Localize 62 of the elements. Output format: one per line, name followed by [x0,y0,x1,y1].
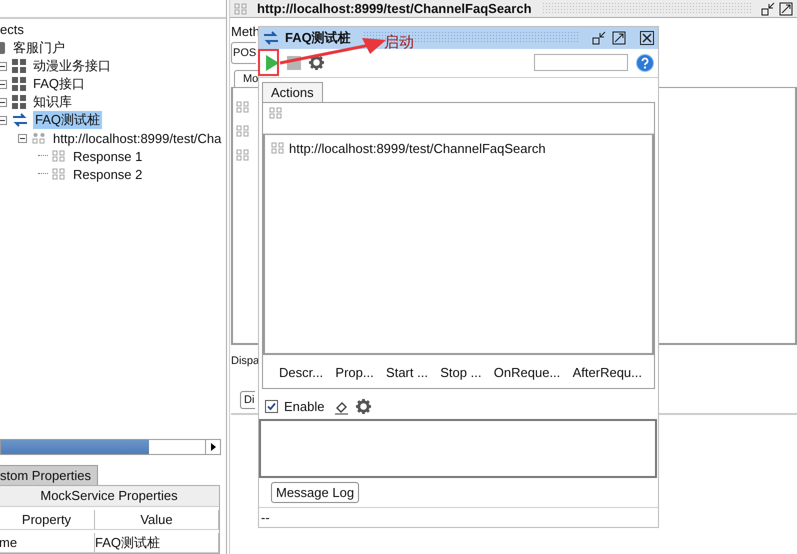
annotation-label: 启动 [384,33,414,52]
method-icon [52,167,66,181]
tree-item[interactable]: FAQ接口 [31,75,88,93]
script-tab[interactable]: AfterRequ... [572,364,642,380]
tree-item[interactable]: 客服门户 [11,39,67,57]
collapse-toggle[interactable] [18,134,28,142]
editor-title: http://localhost:8999/test/ChannelFaqSearch [257,1,532,16]
column-header[interactable]: Value [93,510,219,530]
highlight-frame [258,49,279,76]
horizontal-scrollbar[interactable] [0,439,221,455]
method-icon [236,100,250,114]
table-cell: me [0,533,95,553]
status-text: -- [260,509,271,527]
collapse-toggle[interactable] [0,80,8,88]
minimize-icon[interactable] [761,2,775,16]
request-icon [32,131,46,145]
method-icon [52,149,66,163]
script-tab[interactable]: OnReque... [494,364,560,380]
script-tab[interactable]: Stop ... [440,364,482,380]
properties-tab[interactable]: stom Properties [0,465,98,485]
tree-item[interactable]: Response 2 [71,166,144,182]
grid-icon [12,95,26,109]
method-dropdown[interactable]: POS [231,42,256,64]
settings-icon[interactable] [309,55,324,70]
grid-icon [12,77,26,91]
method-icon [236,124,250,138]
collapse-toggle[interactable] [0,62,8,70]
close-icon[interactable] [640,30,654,45]
tree-item[interactable]: FAQ测试桩 [33,111,102,129]
window-title: FAQ测试桩 [285,28,351,47]
grid-icon [12,59,26,73]
dispatch-button[interactable]: Di [240,391,256,409]
action-item[interactable]: http://localhost:8999/test/ChannelFaqSearch [289,140,546,156]
tree-item[interactable]: http://localhost:8999/test/Cha [51,130,224,146]
play-icon[interactable] [265,54,279,71]
script-tab[interactable]: Start ... [386,364,428,380]
swap-arrows-icon [263,30,279,45]
script-tab[interactable]: Prop... [335,364,374,380]
maximize-icon[interactable] [612,30,626,45]
minimize-icon[interactable] [592,30,606,45]
script-tab[interactable]: Descr... [279,364,324,380]
table-cell: FAQ测试桩 [93,533,219,553]
enable-checkbox[interactable] [265,400,278,414]
column-header[interactable]: Property [0,510,95,530]
enable-label: Enable [284,399,324,414]
tree-item[interactable]: Response 1 [71,148,144,164]
tree-item[interactable]: 知识库 [31,93,74,111]
method-icon [271,141,285,156]
maximize-icon[interactable] [779,2,793,16]
table-title: MockService Properties [0,486,219,507]
actions-tab[interactable]: Actions [262,82,323,102]
swap-arrows-icon [12,113,28,127]
collapse-toggle[interactable] [0,98,8,106]
panel-header: ects [0,21,24,39]
search-field[interactable] [534,54,628,72]
collapse-toggle[interactable] [0,116,8,124]
dispatch-label: Dispa [231,355,260,369]
method-icon [236,148,250,162]
message-log-button[interactable]: Message Log [271,482,360,503]
settings-icon[interactable] [356,399,372,414]
tree-item[interactable]: 动漫业务接口 [31,57,113,75]
help-icon[interactable] [636,54,654,72]
